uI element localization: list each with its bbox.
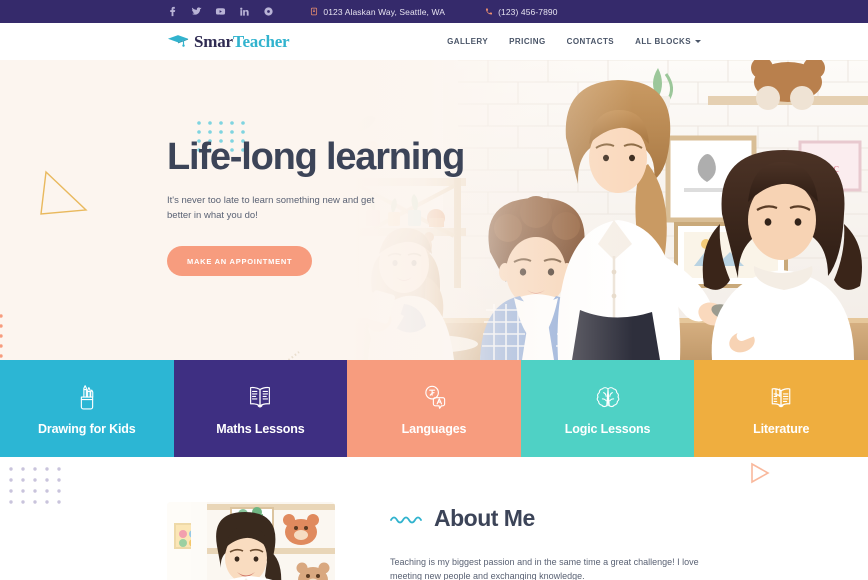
card-languages[interactable]: Languages (347, 360, 521, 457)
graduation-cap-icon (167, 33, 189, 50)
main-nav: GALLERY PRICING CONTACTS ALL BLOCKS (447, 37, 701, 46)
nav-item-all-blocks[interactable]: ALL BLOCKS (635, 37, 701, 46)
top-bar: 0123 Alaskan Way, Seattle, WA (123) 456-… (0, 0, 868, 23)
speech-bubbles-icon (425, 385, 446, 409)
pencil-cup-icon (80, 384, 94, 409)
linkedin-icon[interactable] (239, 6, 250, 17)
card-logic-lessons[interactable]: Logic Lessons (520, 360, 695, 457)
salmon-play-triangle-decoration (751, 462, 770, 484)
hero-subtitle: It's never too late to learn something n… (167, 195, 375, 221)
card-maths-lessons[interactable]: Maths Lessons (173, 360, 348, 457)
logo-text-second: Teacher (232, 31, 290, 51)
about-body: Teaching is my biggest passion and in th… (390, 557, 699, 580)
about-heading: About Me (390, 505, 790, 532)
top-contact-info: 0123 Alaskan Way, Seattle, WA (123) 456-… (0, 7, 868, 17)
card-literature[interactable]: Literature (694, 360, 868, 457)
nav-item-contacts[interactable]: CONTACTS (567, 37, 614, 46)
nav-item-gallery[interactable]: GALLERY (447, 37, 488, 46)
map-pin-icon (310, 7, 318, 16)
wave-decoration-icon (390, 516, 422, 523)
logo-text: SmarTeacher (194, 31, 290, 52)
card-label: Languages (401, 421, 467, 436)
about-image (167, 502, 335, 580)
youtube-icon[interactable] (215, 6, 226, 17)
card-label: Literature (753, 421, 810, 436)
phone-info[interactable]: (123) 456-7890 (485, 7, 558, 17)
address-text: 0123 Alaskan Way, Seattle, WA (323, 6, 446, 17)
google-plus-icon[interactable] (263, 6, 274, 17)
violet-dot-grid-decoration (9, 467, 61, 504)
card-label: Maths Lessons (216, 421, 305, 436)
site-header: SmarTeacher GALLERY PRICING CONTACTS ALL… (0, 23, 868, 60)
hero-section: abc (0, 60, 868, 360)
about-section: About Me Teaching is my biggest passion … (0, 457, 868, 580)
nav-label-all-blocks: ALL BLOCKS (635, 37, 691, 46)
category-cards: Drawing for Kids Maths Lessons Languages (0, 360, 868, 457)
hero-content: Life-long learning It's never too late t… (167, 136, 467, 277)
open-book-icon (771, 387, 791, 407)
phone-icon (485, 7, 493, 16)
make-appointment-button[interactable]: MAKE AN APPOINTMENT (167, 246, 313, 277)
logo-text-first: Smar (194, 31, 233, 51)
twitter-icon[interactable] (191, 6, 202, 17)
nav-label-pricing: PRICING (509, 37, 546, 46)
card-label: Logic Lessons (564, 421, 651, 436)
diagonal-dotted-lines-decoration (286, 351, 300, 360)
about-title: About Me (434, 505, 535, 531)
salmon-dot-column-decoration (0, 314, 3, 358)
address-info: 0123 Alaskan Way, Seattle, WA (310, 7, 445, 17)
nav-label-contacts: CONTACTS (566, 37, 615, 46)
logo[interactable]: SmarTeacher (167, 31, 290, 52)
brain-icon (596, 386, 619, 407)
chevron-down-icon (695, 40, 701, 43)
social-links (167, 6, 274, 17)
card-drawing-for-kids[interactable]: Drawing for Kids (0, 360, 174, 457)
open-book-math-icon (250, 386, 271, 408)
nav-label-gallery: GALLERY (447, 37, 489, 46)
about-text-block: About Me Teaching is my biggest passion … (390, 505, 790, 580)
hero-title: Life-long learning (167, 136, 465, 178)
card-label: Drawing for Kids (37, 421, 136, 436)
nav-item-pricing[interactable]: PRICING (509, 37, 546, 46)
phone-text: (123) 456-7890 (498, 6, 558, 17)
gold-triangle-decoration (40, 170, 88, 215)
facebook-icon[interactable] (167, 6, 178, 17)
